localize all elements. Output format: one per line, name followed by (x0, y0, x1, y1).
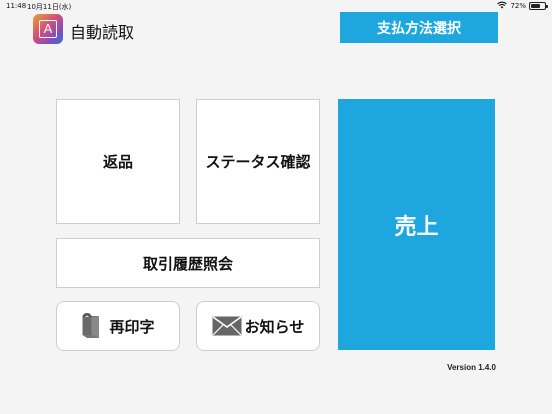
reprint-label: 再印字 (109, 317, 155, 336)
version-label: Version 1.4.0 (447, 363, 496, 372)
return-label: 返品 (102, 153, 133, 171)
receipt-roll-icon (81, 312, 103, 340)
status-check-label: ステータス確認 (205, 153, 311, 171)
app-logo-icon: A (33, 14, 63, 44)
status-right: 72% (497, 1, 548, 11)
battery-percent: 72% (510, 2, 526, 10)
envelope-icon (212, 316, 242, 336)
sales-label: 売上 (394, 214, 439, 240)
app-title: 自動読取 (70, 23, 135, 42)
transaction-history-label: 取引履歴照会 (142, 254, 233, 273)
reprint-button[interactable]: 再印字 (56, 301, 180, 351)
sales-button[interactable]: 売上 (338, 99, 495, 350)
main-menu: 返品 ステータス確認 取引履歴照会 再印字 お知らせ 売上 Version 1.… (0, 48, 552, 414)
status-time: 11:48 (6, 2, 27, 10)
status-check-button[interactable]: ステータス確認 (196, 99, 320, 224)
payment-method-button[interactable]: 支払方法選択 (340, 12, 498, 43)
header: A 自動読取 支払方法選択 (0, 12, 552, 48)
return-button[interactable]: 返品 (56, 99, 180, 224)
notice-button[interactable]: お知らせ (196, 301, 320, 351)
battery-icon (529, 2, 548, 10)
status-date: 10月11日(水) (27, 3, 72, 11)
status-bar: 11:48 10月11日(水) 72% (0, 0, 552, 12)
notice-label: お知らせ (244, 317, 305, 336)
wifi-icon (497, 1, 508, 11)
transaction-history-button[interactable]: 取引履歴照会 (56, 238, 320, 288)
app-logo-letter: A (43, 21, 53, 36)
